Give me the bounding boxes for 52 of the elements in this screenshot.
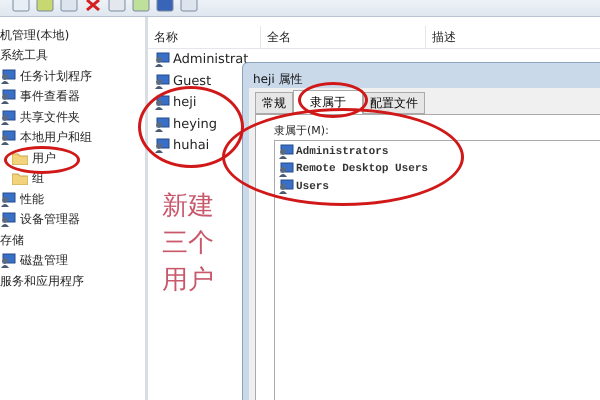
tree-item[interactable]: 存储 <box>0 232 24 249</box>
user-icon <box>154 95 170 110</box>
toolbar-icon[interactable] <box>108 0 126 12</box>
user-icon <box>0 212 16 228</box>
folder-icon <box>12 172 28 186</box>
member-of-label: 隶属于(M): <box>274 123 330 138</box>
user-name[interactable]: Guest <box>173 74 212 89</box>
column-header[interactable]: 全名 <box>261 26 426 48</box>
user-icon <box>0 68 16 84</box>
user-icon <box>0 130 16 146</box>
tree-item[interactable]: 性能 <box>20 190 44 208</box>
group-item[interactable]: Users <box>296 180 330 193</box>
user-icon <box>278 179 294 194</box>
tree-item[interactable]: 共享文件夹 <box>20 108 80 126</box>
column-header[interactable]: 名称 <box>148 26 261 48</box>
dialog-title: heji 属性 <box>252 71 304 88</box>
tab[interactable]: 常规 <box>255 92 293 114</box>
tree-item[interactable]: 机管理(本地) <box>0 26 70 44</box>
user-icon <box>278 162 294 177</box>
tree-item[interactable]: 本地用户和组 <box>20 129 92 146</box>
group-item[interactable]: Administrators <box>296 146 388 158</box>
column-header[interactable]: 描述 <box>426 26 600 48</box>
toolbar-icon[interactable] <box>180 0 198 12</box>
user-icon <box>0 89 16 104</box>
tree-item[interactable]: 事件查看器 <box>20 88 80 106</box>
tree-item[interactable]: 用户 <box>32 150 56 167</box>
tree-item[interactable]: 设备管理器 <box>20 211 80 228</box>
user-name[interactable]: heji <box>173 95 196 110</box>
tree-item[interactable]: 系统工具 <box>0 47 48 64</box>
user-icon <box>154 74 170 89</box>
toolbar-icon[interactable] <box>60 0 78 12</box>
group-item[interactable]: Remote Desktop Users <box>296 163 428 176</box>
toolbar-icon[interactable] <box>132 0 150 12</box>
tree-item[interactable]: 磁盘管理 <box>20 252 68 270</box>
tree-item[interactable]: 服务和应用程序 <box>0 272 84 290</box>
user-name[interactable]: huhai <box>173 138 210 154</box>
user-icon <box>278 144 294 160</box>
user-icon <box>154 116 170 132</box>
folder-icon <box>12 152 28 165</box>
toolbar-icon[interactable] <box>12 0 30 12</box>
delete-icon[interactable] <box>84 0 102 12</box>
user-name[interactable]: Administrat <box>173 52 248 68</box>
user-icon <box>0 110 16 125</box>
user-icon <box>0 253 16 268</box>
tab[interactable]: 配置文件 <box>363 92 425 114</box>
user-name[interactable]: heying <box>173 116 218 132</box>
annotation-note: 新建三个用户 <box>162 190 214 297</box>
user-icon <box>154 52 170 68</box>
tree-item[interactable]: 任务计划程序 <box>20 68 92 85</box>
toolbar-icon[interactable] <box>36 0 54 12</box>
user-icon <box>154 138 170 154</box>
user-icon <box>0 192 16 207</box>
